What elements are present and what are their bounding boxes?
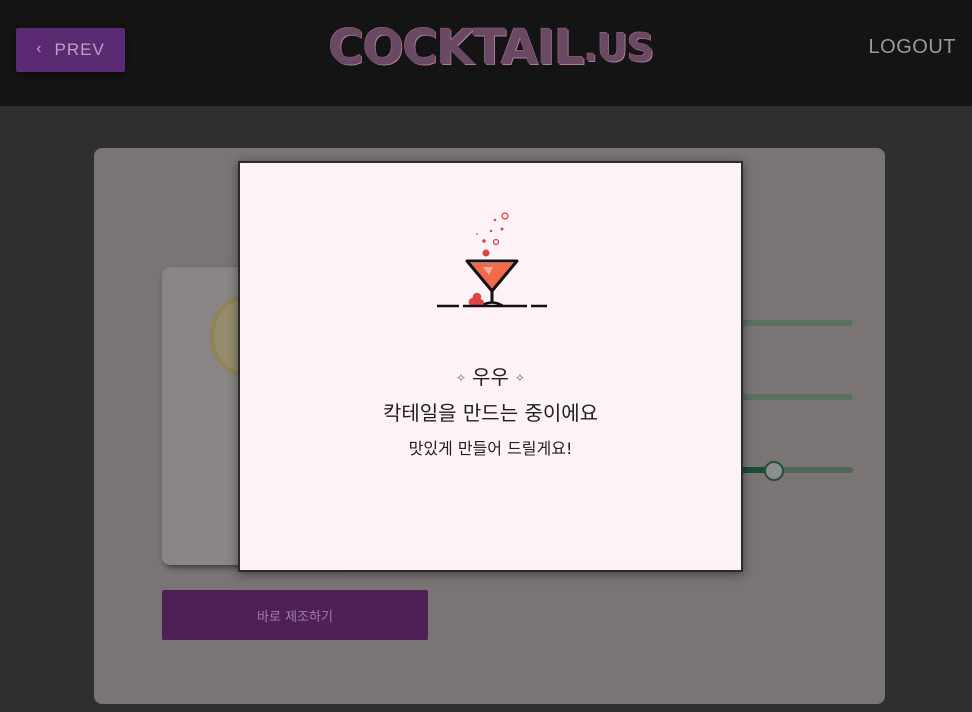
logout-link[interactable]: LOGOUT xyxy=(869,36,956,59)
slider-knob[interactable] xyxy=(764,461,784,481)
ingredient-slider-3[interactable] xyxy=(740,467,853,473)
prev-button[interactable]: ‹ PREV xyxy=(16,28,125,72)
sparkle-icon: ✧ xyxy=(514,371,525,385)
cocktail-glass-icon xyxy=(437,212,547,308)
app-logo[interactable]: COCKTAIL .US xyxy=(329,18,655,78)
modal-line-2: 맛있게 만들어 드릴게요! xyxy=(408,439,573,458)
prev-button-label: PREV xyxy=(54,40,105,59)
top-bar: ‹ PREV COCKTAIL .US LOGOUT xyxy=(0,0,972,106)
make-now-button[interactable]: 바로 제조하기 xyxy=(162,590,428,640)
logo-tail-text: .US xyxy=(583,26,655,70)
app-screen: ‹ PREV COCKTAIL .US LOGOUT 바로 제조하기 ✧ 우우 … xyxy=(0,0,972,712)
ingredient-slider-2[interactable] xyxy=(740,394,853,400)
ingredient-slider-1[interactable] xyxy=(740,320,853,326)
making-cocktail-modal: ✧ 우우 ✧ 칵테일을 만드는 중이에요 맛있게 만들어 드릴게요! xyxy=(238,161,743,572)
chevron-left-icon: ‹ xyxy=(36,40,43,57)
sparkle-icon: ✧ xyxy=(456,371,467,385)
modal-line-1: 칵테일을 만드는 중이에요 xyxy=(382,401,599,425)
modal-exclaim: ✧ 우우 ✧ xyxy=(240,361,741,390)
logo-main-text: COCKTAIL xyxy=(328,20,585,76)
modal-exclaim-text: 우우 xyxy=(472,365,509,389)
